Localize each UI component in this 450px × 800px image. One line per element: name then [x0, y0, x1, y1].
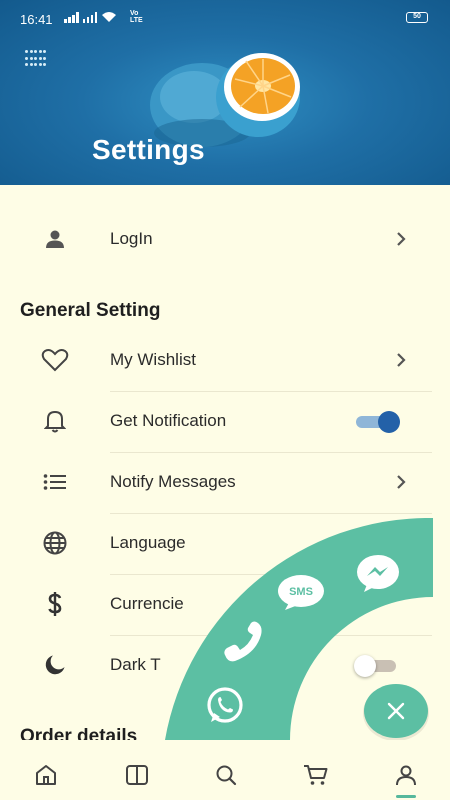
login-row[interactable]: LogIn: [0, 209, 450, 269]
person-icon: [40, 224, 70, 254]
home-icon[interactable]: [33, 762, 59, 788]
close-fab-button[interactable]: [362, 683, 430, 741]
sms-icon[interactable]: SMS: [277, 574, 325, 614]
book-icon[interactable]: [124, 762, 150, 788]
status-bar: 16:41 Vo LTE 50: [0, 0, 450, 32]
notification-row: Get Notification: [0, 391, 450, 451]
chevron-right-icon: [397, 353, 406, 367]
signal-icon: [64, 12, 79, 23]
whatsapp-icon[interactable]: [205, 686, 245, 726]
dollar-icon: [40, 589, 70, 619]
battery-icon: 50: [406, 12, 428, 23]
login-label: LogIn: [110, 229, 153, 248]
globe-icon: [40, 528, 70, 558]
signal-icon-2: [82, 12, 97, 23]
bell-icon: [40, 406, 70, 436]
volte-label: Vo LTE: [130, 10, 143, 24]
chevron-right-icon: [397, 475, 406, 489]
chevron-right-icon: [397, 232, 406, 246]
status-time: 16:41: [20, 12, 53, 27]
sms-label: SMS: [289, 586, 313, 598]
bottom-nav: [0, 740, 450, 800]
moon-icon: [40, 650, 70, 680]
notify-messages-label: Notify Messages: [110, 472, 236, 491]
cart-icon[interactable]: [303, 762, 329, 788]
active-tab-indicator: [396, 795, 416, 798]
heart-icon: [40, 345, 70, 375]
wishlist-label: My Wishlist: [110, 350, 196, 369]
signal-icons: [64, 11, 117, 23]
section-title-general: General Setting: [20, 300, 161, 321]
dots-grid-icon[interactable]: [25, 50, 47, 68]
wifi-icon: [102, 12, 116, 22]
notify-messages-row[interactable]: Notify Messages: [0, 452, 450, 512]
notification-toggle[interactable]: [356, 411, 400, 433]
profile-icon[interactable]: [393, 762, 419, 788]
list-icon: [40, 467, 70, 497]
messenger-icon[interactable]: [356, 554, 400, 594]
header-banner: 16:41 Vo LTE 50 Settings: [0, 0, 450, 185]
search-icon[interactable]: [213, 762, 239, 788]
page-title: Settings: [92, 134, 205, 165]
dark-theme-label: Dark T: [110, 655, 161, 674]
phone-icon[interactable]: [221, 621, 267, 663]
notification-label: Get Notification: [110, 411, 227, 430]
wishlist-row[interactable]: My Wishlist: [0, 330, 450, 390]
